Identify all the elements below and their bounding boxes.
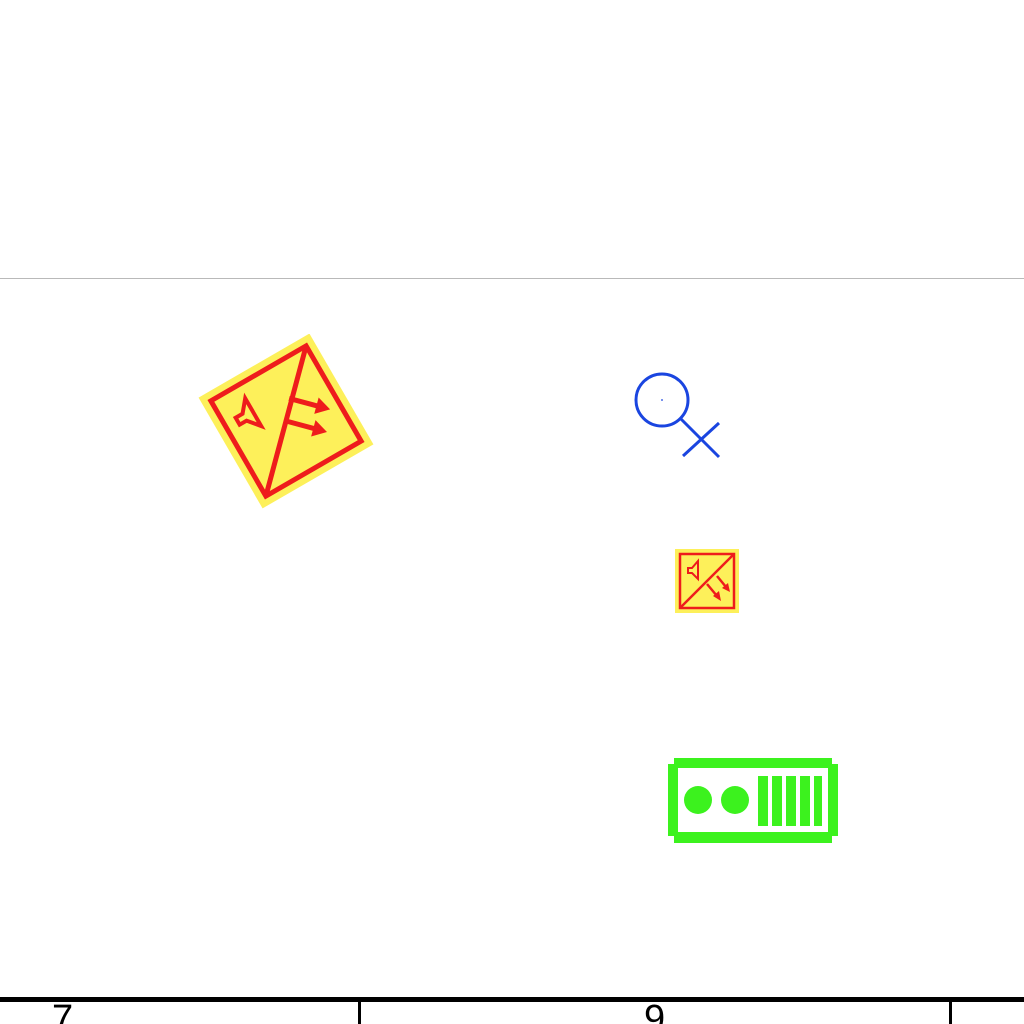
speaker-arrows-sign-small-icon: [675, 549, 739, 613]
speaker-arrows-sign-icon: [198, 334, 374, 509]
horizontal-divider: [0, 278, 1024, 279]
ruler-label: 9: [644, 998, 666, 1024]
ruler-label: 7: [52, 998, 74, 1024]
diagram-canvas: 7 9: [0, 0, 1024, 1024]
female-marker-icon: [634, 372, 721, 459]
bottom-ruler-line: [0, 997, 1024, 1002]
ruler-tick: [358, 1002, 361, 1024]
battery-indicator-icon: [668, 758, 838, 843]
ruler-tick: [949, 1002, 952, 1024]
